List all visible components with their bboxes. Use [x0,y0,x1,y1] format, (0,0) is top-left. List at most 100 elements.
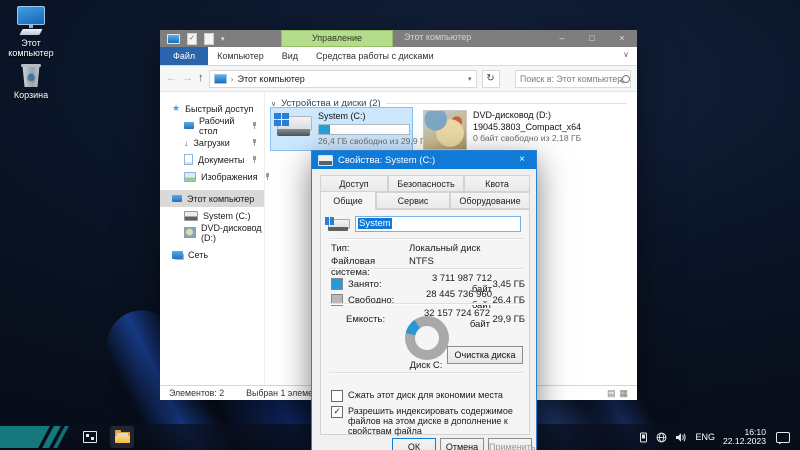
thumbnails-view-icon[interactable]: ▦ [619,388,628,399]
language-indicator[interactable]: ENG [695,432,715,442]
index-checkbox-row[interactable]: ✓ Разрешить индексировать содержимое фай… [331,406,527,436]
up-button[interactable]: ↑ [198,73,204,84]
tab-file[interactable]: Файл [160,47,209,65]
sidebar-item-label: Загрузки [193,137,230,148]
ribbon-collapse-icon[interactable]: ∨ [623,50,629,59]
desktop-icon-recycle-bin[interactable]: ♻ Корзина [2,64,60,100]
search-input[interactable]: Поиск в: Этот компьютер [515,69,631,88]
usage-label: Занято: [348,278,382,290]
sidebar-item-quick-access[interactable]: ★ Быстрый доступ [160,100,264,117]
sidebar-item-desktop[interactable]: Рабочий стол [160,115,264,136]
close-button[interactable]: × [607,30,637,47]
quick-access-toolbar: ✓ ▾ [160,32,225,45]
new-folder-icon[interactable] [204,32,214,45]
sidebar-item-pictures[interactable]: Изображения [160,168,269,185]
system-tray: ENG 16:10 22.12.2023 [639,426,800,447]
contextual-tab-management[interactable]: Управление [281,30,393,47]
apply-button[interactable]: Применить [488,438,536,450]
sidebar-item-network[interactable]: Сеть [160,246,264,263]
computer-icon[interactable] [167,33,180,44]
recycle-bin-icon: ♻ [2,64,60,87]
items-count: Элементов: 2 [169,388,225,398]
volume-name-input[interactable]: System [355,216,521,232]
dialog-titlebar: Свойства: System (C:) × [312,151,536,169]
clock[interactable]: 16:10 22.12.2023 [723,426,766,447]
volume-name-value: System [358,218,392,229]
address-input[interactable]: › Этот компьютер ▾ [208,69,477,88]
desktop-icon [184,122,194,129]
tab-general[interactable]: Общие [320,191,376,210]
checkbox-label: Сжать этот диск для экономии места [348,390,503,400]
drive-item-dvd-d[interactable]: DVD-дисковод (D:) 19045.3803_Compact_x64… [420,107,610,151]
ok-button[interactable]: ОК [392,438,436,450]
task-view-button[interactable] [78,426,102,448]
drive-item-system-c[interactable]: System (C:) 26,4 ГБ свободно из 29,9 ГБ [270,107,430,151]
sidebar-item-label: DVD-дисковод (D:) [201,222,262,243]
tab-hardware[interactable]: Оборудование [450,192,530,209]
details-view-icon[interactable]: ▤ [607,388,616,399]
time: 16:10 [744,426,766,437]
disk-usage-donut-chart [405,316,449,360]
pictures-icon [184,171,196,182]
tab-security[interactable]: Безопасность [388,175,464,192]
dvd-icon [184,227,196,238]
drive-icon [325,217,350,235]
pin-icon [250,156,257,163]
drive-free-space: 0 байт свободно из 2,18 ГБ [473,133,582,143]
tab-tools[interactable]: Сервис [376,192,450,209]
usb-device-icon[interactable] [639,432,648,443]
drive-icon [318,154,333,166]
sidebar-item-documents[interactable]: Документы [160,151,264,168]
cancel-button[interactable]: Отмена [440,438,484,450]
ribbon-tabs: Файл Компьютер Вид Средства работы с дис… [160,47,637,66]
back-button[interactable]: ← [166,73,177,84]
drive-icon [184,210,198,221]
tab-computer[interactable]: Компьютер [208,47,273,65]
pin-icon [250,139,257,146]
navigation-pane: ★ Быстрый доступ Рабочий стол ↓ Загрузки… [160,92,269,385]
tab-drive-tools[interactable]: Средства работы с дисками [307,47,443,65]
sidebar-item-dvd-d[interactable]: DVD-дисковод (D:) [160,222,264,243]
tab-sharing[interactable]: Доступ [320,175,388,192]
desktop-icon-label: Корзина [13,90,49,100]
sidebar-item-label: System (C:) [203,210,251,221]
search-placeholder: Поиск в: Этот компьютер [520,73,623,84]
sidebar-item-label: Сеть [188,249,209,260]
address-dropdown-icon[interactable]: ▾ [468,75,472,83]
volume-icon[interactable] [675,432,687,443]
sidebar-item-label: Документы [198,154,245,165]
desktop-icon-this-pc[interactable]: Этот компьютер [2,6,60,58]
compress-checkbox-row[interactable]: Сжать этот диск для экономии места [331,390,527,402]
sidebar-item-system-c[interactable]: System (C:) [160,207,264,224]
documents-icon [184,154,193,165]
minimize-button[interactable]: – [547,30,577,47]
notifications-icon[interactable] [776,431,790,443]
usage-size: 3,45 ГБ [492,278,525,290]
checkbox-unchecked[interactable] [331,390,343,402]
breadcrumb[interactable]: Этот компьютер [238,74,305,84]
sidebar-item-label: Этот компьютер [187,193,255,204]
properties-icon[interactable]: ✓ [187,32,197,45]
disk-cleanup-button[interactable]: Очистка диска [447,346,523,364]
downloads-icon: ↓ [184,137,189,148]
network-globe-icon[interactable] [656,432,667,443]
qat-dropdown-icon[interactable]: ▾ [221,35,225,43]
dvd-thumbnail [423,110,467,150]
sidebar-item-label: Быстрый доступ [185,103,254,114]
tab-view[interactable]: Вид [273,47,307,65]
file-explorer-button[interactable] [110,426,134,448]
star-icon: ★ [172,103,181,113]
folder-icon [114,429,130,443]
forward-button[interactable]: → [182,73,193,84]
capacity-bar [318,123,410,135]
refresh-button[interactable]: ↻ [481,69,500,88]
sidebar-item-label: Рабочий стол [199,115,235,136]
dialog-close-button[interactable]: × [508,151,536,169]
tab-quota[interactable]: Квота [464,175,530,192]
desktop-icon-label: Этот компьютер [8,38,54,58]
sidebar-item-downloads[interactable]: ↓ Загрузки [160,134,264,151]
drive-icon [274,111,312,143]
sidebar-item-this-pc[interactable]: Этот компьютер [160,190,264,207]
checkbox-checked[interactable]: ✓ [331,406,343,418]
maximize-button[interactable]: □ [577,30,607,47]
